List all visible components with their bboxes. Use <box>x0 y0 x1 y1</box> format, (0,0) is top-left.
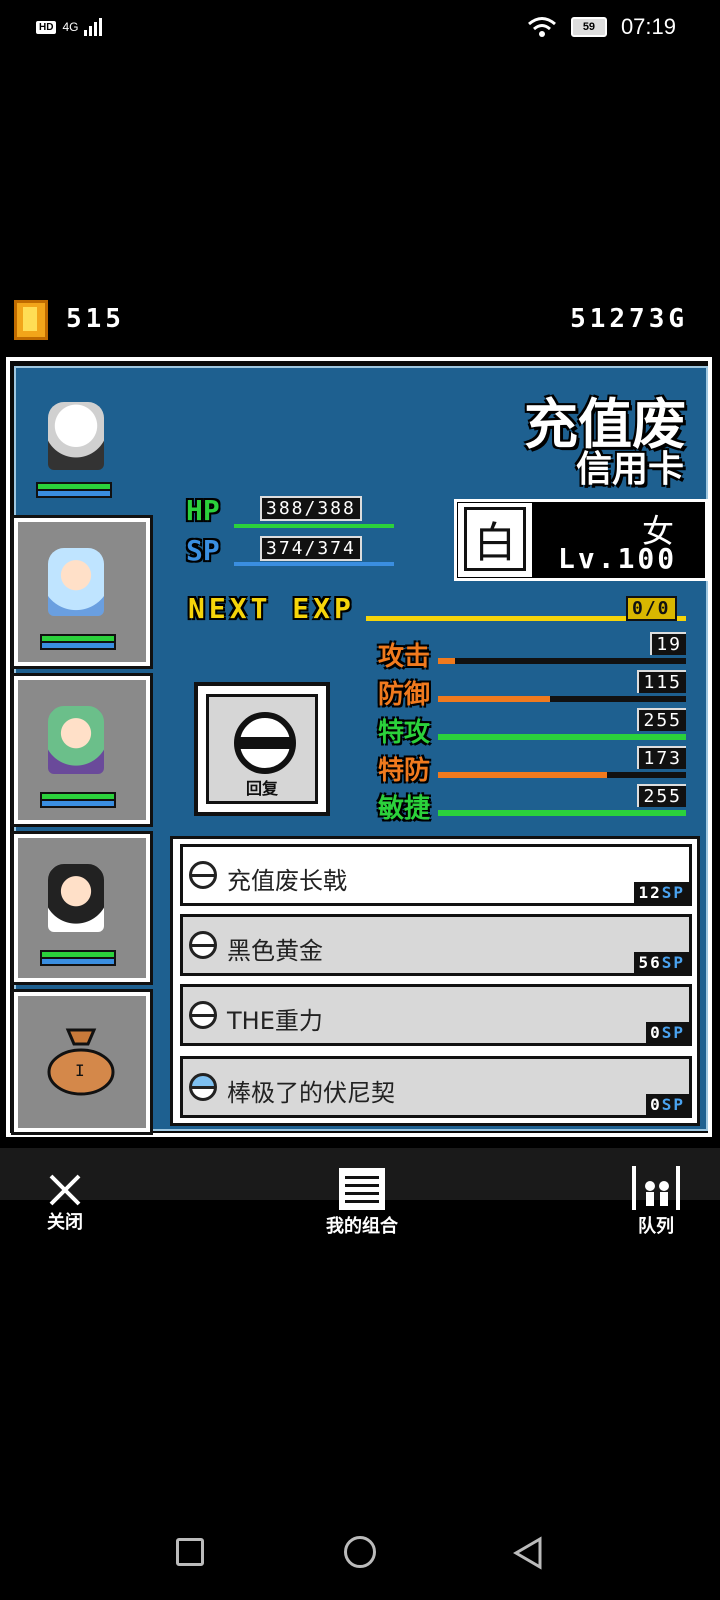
close-button[interactable]: 关闭 <box>24 1172 106 1234</box>
party-slot-4[interactable] <box>11 831 153 985</box>
hp-value: 388/388 <box>260 496 362 521</box>
party-member-2-bars <box>40 634 116 650</box>
stat-label: 攻击 <box>378 642 431 672</box>
hd-badge: HD <box>36 20 57 34</box>
skill-name: THE重力 <box>227 1007 323 1035</box>
skill-cost-value: 56 <box>638 953 662 972</box>
my-combo-label: 我的组合 <box>326 1216 398 1237</box>
stat-bar-track <box>438 696 686 702</box>
close-label: 关闭 <box>47 1212 83 1233</box>
inventory-bag-slot[interactable]: I <box>11 989 153 1135</box>
close-icon <box>49 1174 81 1206</box>
stat-bar-fill <box>438 696 550 702</box>
skill-cost-unit: SP <box>661 1023 685 1042</box>
skill-ball-icon <box>189 931 217 959</box>
stat-value: 115 <box>637 670 686 693</box>
skill-ball-icon <box>189 1001 217 1029</box>
skill-cost: 0SP <box>646 1022 689 1043</box>
skill-cost: 56SP <box>634 952 689 973</box>
hp-label: HP <box>186 494 220 527</box>
sp-bar <box>234 562 394 566</box>
gold-amount: 51273G <box>570 304 688 334</box>
stat-bar-track <box>438 772 686 778</box>
skill-item[interactable]: 充值废长戟 12SP <box>180 844 692 906</box>
wifi-icon <box>527 17 556 37</box>
skill-cost-unit: SP <box>661 883 685 902</box>
queue-icon <box>632 1166 680 1210</box>
stat-label: 敏捷 <box>378 794 431 824</box>
skill-item[interactable]: THE重力 0SP <box>180 984 692 1046</box>
skill-name: 充值废长戟 <box>227 867 347 895</box>
list-icon <box>339 1168 385 1210</box>
skill-name: 棒极了的伏尼契 <box>227 1079 395 1107</box>
queue-button[interactable]: 队列 <box>616 1164 696 1238</box>
sp-label: SP <box>186 534 220 567</box>
stat-bar-fill <box>438 658 456 664</box>
stat-value: 255 <box>637 708 686 731</box>
recover-button[interactable]: 回复 <box>194 682 330 816</box>
skill-cost-unit: SP <box>661 953 685 972</box>
party-member-2-sprite <box>48 548 104 616</box>
element-char: 白 <box>464 507 526 571</box>
skill-cost-value: 0 <box>650 1023 662 1042</box>
skill-name: 黑色黄金 <box>227 937 323 965</box>
skill-item[interactable]: 棒极了的伏尼契 0SP <box>180 1056 692 1118</box>
queue-label: 队列 <box>638 1216 674 1237</box>
skill-ball-icon <box>234 712 296 774</box>
stat-value: 255 <box>637 784 686 807</box>
skill-ball-icon <box>189 861 217 889</box>
exp-label: NEXT EXP <box>188 592 355 625</box>
my-combo-button[interactable]: 我的组合 <box>300 1166 424 1238</box>
sp-value: 374/374 <box>260 536 362 561</box>
skill-cost: 12SP <box>634 882 689 903</box>
signal-icon <box>84 18 103 36</box>
skill-cost-value: 0 <box>650 1095 662 1114</box>
stat-bar-fill <box>438 772 607 778</box>
party-member-1-bars <box>36 482 112 498</box>
party-member-1-sprite[interactable] <box>48 402 104 470</box>
character-title: 信用卡 <box>575 449 684 490</box>
coin-icon <box>14 300 48 340</box>
stat-bar-track <box>438 734 686 740</box>
stat-bar-track <box>438 810 686 816</box>
recover-label: 回复 <box>245 779 278 798</box>
status-left: HD 4G <box>36 18 103 36</box>
level: Lv.100 <box>558 542 678 575</box>
party-member-3-sprite <box>48 706 104 774</box>
stat-label: 防御 <box>378 680 431 710</box>
stat-bar-fill <box>438 810 686 816</box>
hp-bar <box>234 524 394 528</box>
coin-count: 515 <box>66 304 125 334</box>
clock: 07:19 <box>620 14 676 39</box>
network-label: 4G <box>62 20 79 34</box>
exp-value: 0/0 <box>626 596 677 621</box>
stat-value: 173 <box>637 746 686 769</box>
stat-value: 19 <box>650 632 686 655</box>
skill-cost: 0SP <box>646 1094 689 1115</box>
party-member-3-bars <box>40 792 116 808</box>
recent-apps-button[interactable] <box>176 1538 204 1566</box>
stat-bar-track <box>438 658 686 664</box>
battery-icon: 59 <box>570 17 607 37</box>
skill-item[interactable]: 黑色黄金 56SP <box>180 914 692 976</box>
skill-cost-unit: SP <box>661 1095 685 1114</box>
stat-bar-fill <box>438 734 686 740</box>
bag-icon: I <box>47 1028 115 1096</box>
skill-ball-icon <box>189 1073 217 1101</box>
home-button[interactable] <box>344 1536 376 1568</box>
back-button[interactable] <box>512 1536 544 1570</box>
party-member-4-bars <box>40 950 116 966</box>
stat-label: 特防 <box>378 756 431 786</box>
svg-text:I: I <box>75 1061 85 1080</box>
status-right: 59 07:19 <box>527 14 676 40</box>
element-badge: 白 <box>458 503 532 577</box>
party-member-4-sprite <box>48 864 104 932</box>
party-slot-2[interactable] <box>11 515 153 669</box>
stat-label: 特攻 <box>378 718 431 748</box>
party-slot-3[interactable] <box>11 673 153 827</box>
skill-cost-value: 12 <box>638 883 662 902</box>
